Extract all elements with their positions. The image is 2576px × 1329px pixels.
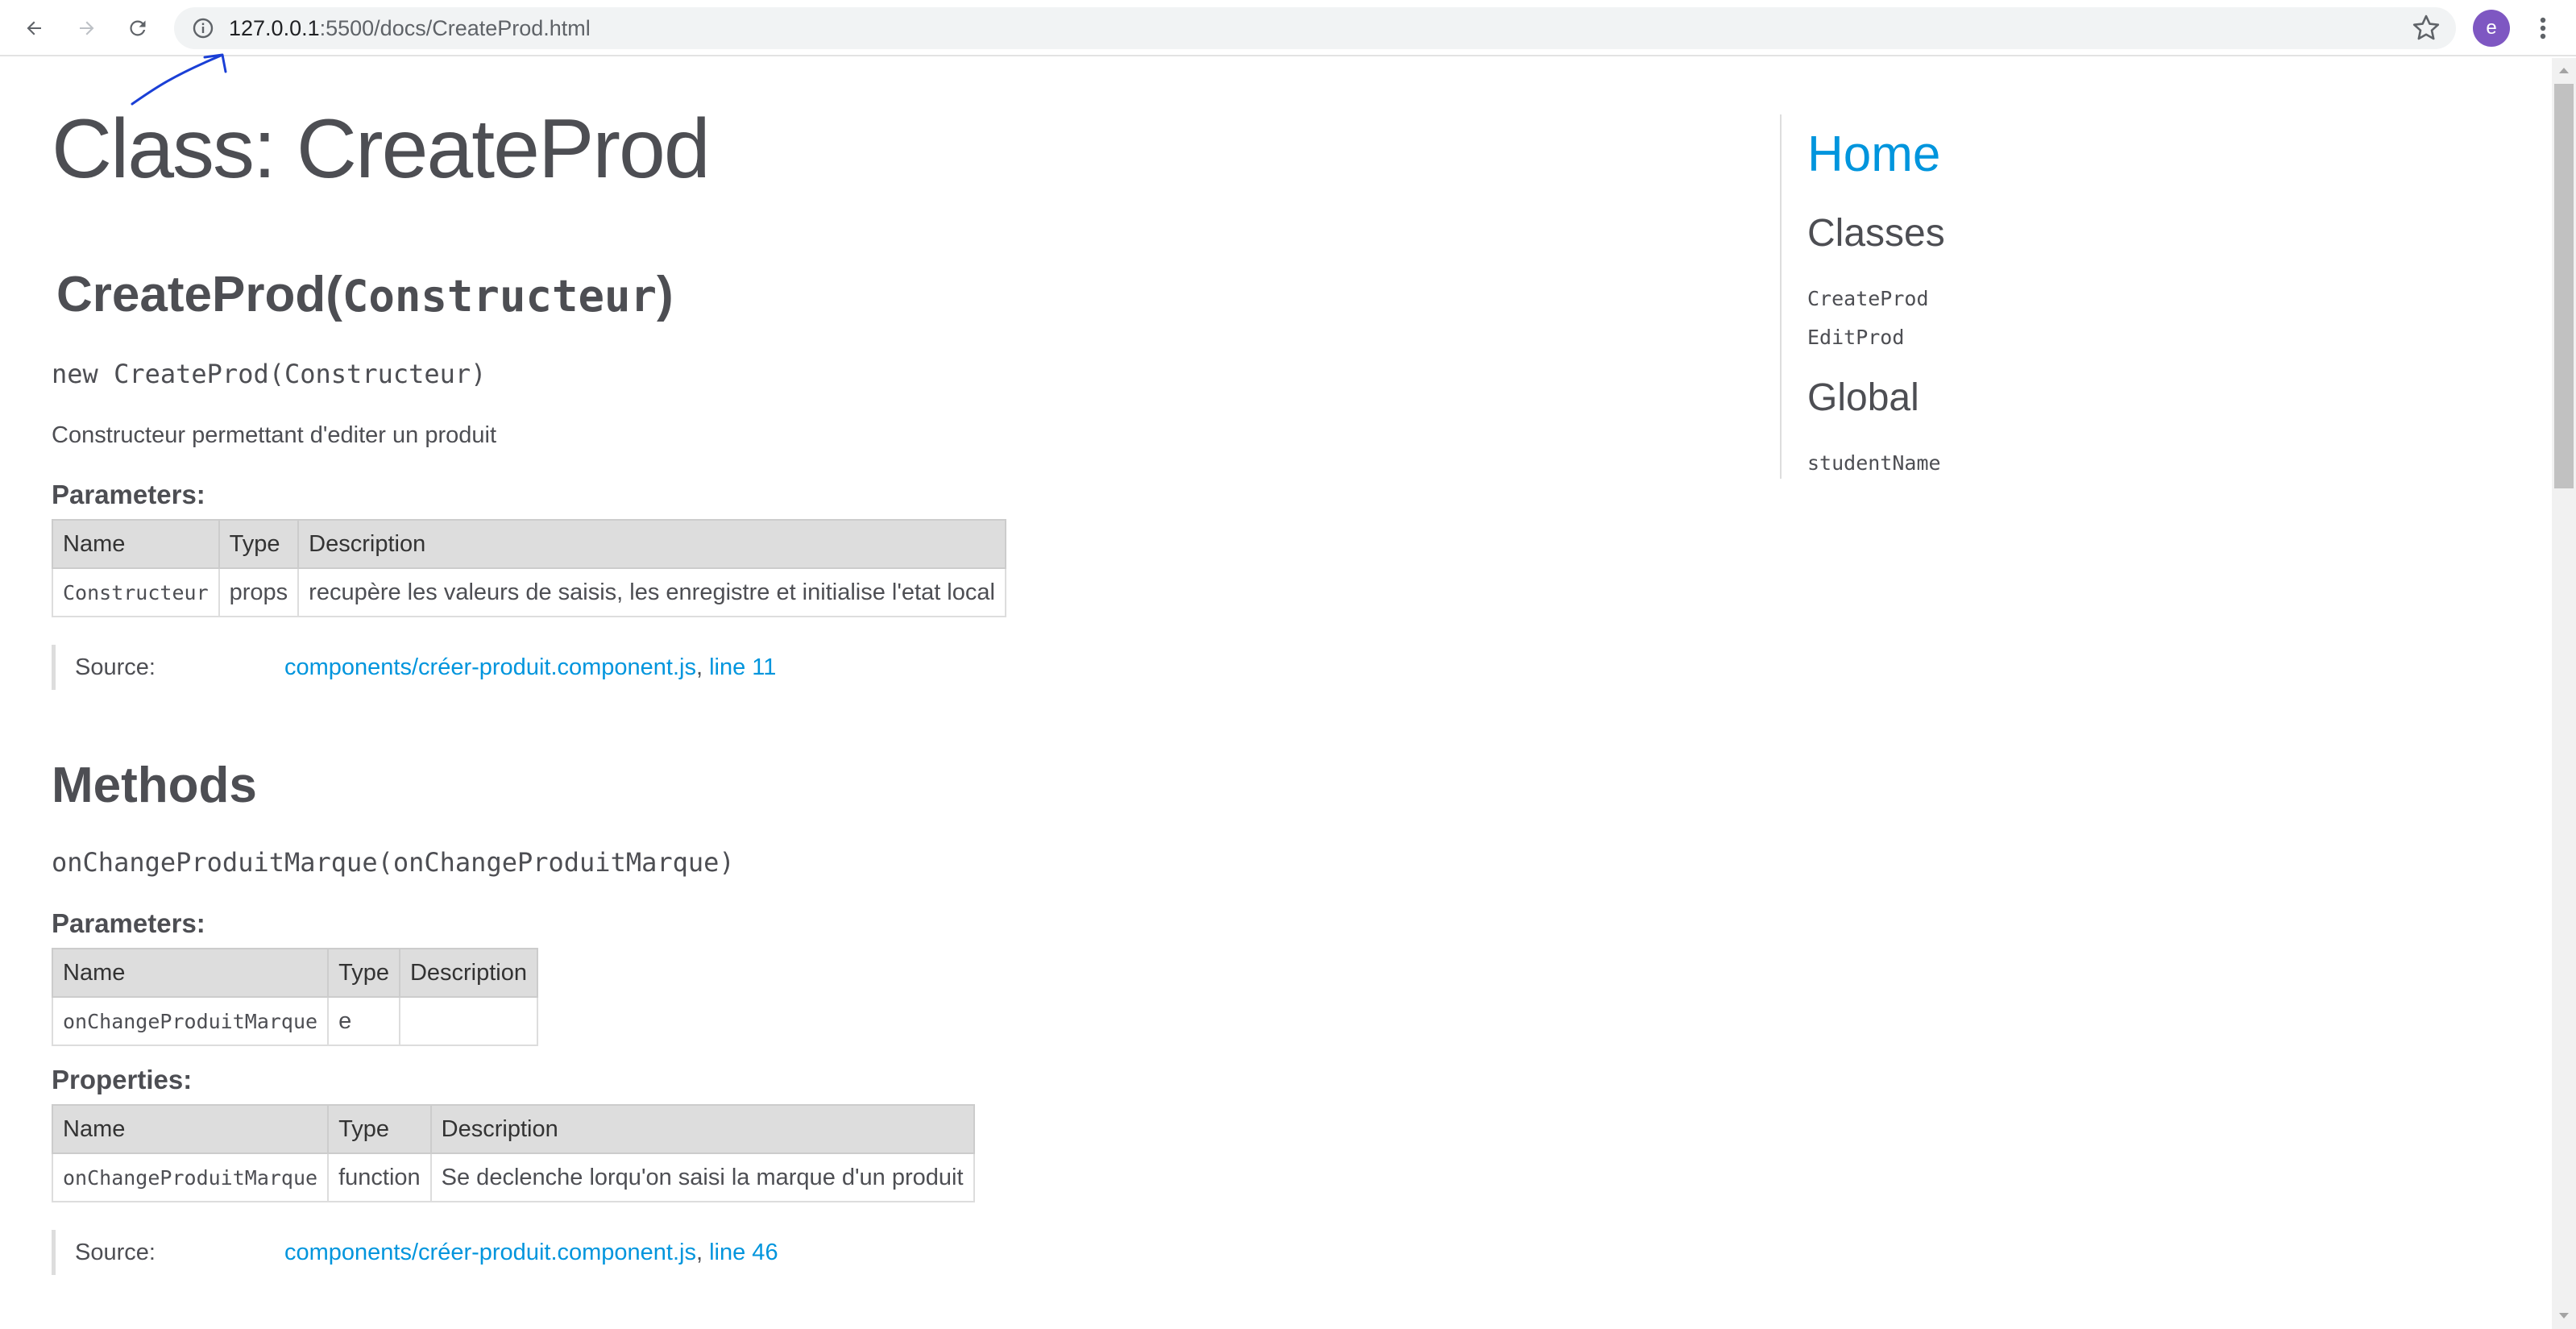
source-line-link[interactable]: line 46 bbox=[709, 1240, 778, 1265]
col-description: Description bbox=[297, 519, 1006, 569]
source-line-link[interactable]: line 11 bbox=[709, 654, 776, 680]
nav-global-heading: Global bbox=[1807, 376, 1919, 419]
source-label: Source: bbox=[75, 1240, 156, 1265]
col-name: Name bbox=[51, 948, 330, 998]
url-host: 127.0.0.1 bbox=[229, 16, 320, 40]
nav-home-link[interactable]: Home bbox=[1807, 123, 1940, 187]
nav-global-studentname[interactable]: studentName bbox=[1807, 450, 1941, 477]
method-parameters-heading: Parameters: bbox=[52, 908, 205, 938]
param-name: onChangeProduitMarque bbox=[51, 996, 330, 1046]
url-text[interactable]: 127.0.0.1:5500/docs/CreateProd.html bbox=[229, 14, 591, 43]
source-separator: , bbox=[695, 654, 703, 680]
nav-class-createprod[interactable]: CreateProd bbox=[1807, 285, 1929, 313]
source-separator: , bbox=[695, 1240, 703, 1265]
browser-toolbar: 127.0.0.1:5500/docs/CreateProd.html e bbox=[0, 0, 2576, 56]
constructor-params-table: Name Type Description Constructeur props… bbox=[52, 519, 1006, 617]
source-label: Source: bbox=[75, 654, 156, 680]
col-description: Description bbox=[429, 1104, 975, 1154]
col-type: Type bbox=[327, 948, 400, 998]
arrow-left-icon bbox=[27, 21, 41, 35]
method-signature: onChangeProduitMarque(onChangeProduitMar… bbox=[52, 847, 735, 878]
parameters-heading: Parameters: bbox=[52, 480, 205, 509]
nav-classes-heading: Classes bbox=[1807, 212, 1945, 255]
address-bar[interactable]: 127.0.0.1:5500/docs/CreateProd.html bbox=[174, 7, 2456, 49]
table-header-row: Name Type Description bbox=[51, 948, 539, 998]
method-source: Source: components/créer-produit.componen… bbox=[52, 1230, 778, 1275]
info-icon[interactable] bbox=[190, 15, 216, 41]
table-row: onChangeProduitMarque function Se declen… bbox=[51, 1152, 975, 1202]
table-header-row: Name Type Description bbox=[51, 1104, 975, 1154]
param-type: props bbox=[218, 567, 300, 617]
url-path: :5500/docs/CreateProd.html bbox=[319, 16, 591, 40]
source-file-link[interactable]: components/créer-produit.component.js bbox=[284, 1240, 696, 1265]
param-type: e bbox=[327, 996, 400, 1046]
profile-avatar[interactable]: e bbox=[2473, 10, 2510, 47]
scroll-down-arrow-icon[interactable] bbox=[2556, 1307, 2572, 1323]
side-navigation: Home Classes CreateProd EditProd Global … bbox=[1780, 114, 2265, 479]
reload-icon bbox=[130, 20, 146, 36]
col-name: Name bbox=[52, 519, 220, 569]
col-type: Type bbox=[218, 519, 300, 569]
arrow-right-icon bbox=[80, 21, 94, 35]
param-description: recupère les valeurs de saisis, les enre… bbox=[297, 567, 1006, 617]
page-title: Class: CreateProd bbox=[52, 102, 711, 196]
scroll-up-arrow-icon[interactable] bbox=[2556, 63, 2572, 79]
table-row: onChangeProduitMarque e bbox=[51, 996, 539, 1046]
back-button[interactable] bbox=[16, 10, 53, 47]
param-name: Constructeur bbox=[52, 567, 220, 617]
col-description: Description bbox=[398, 948, 539, 998]
star-icon[interactable] bbox=[2409, 11, 2443, 45]
param-description bbox=[398, 996, 539, 1046]
table-row: Constructeur props recupère les valeurs … bbox=[52, 567, 1006, 617]
property-name: onChangeProduitMarque bbox=[51, 1152, 330, 1202]
source-file-link[interactable]: components/créer-produit.component.js bbox=[284, 654, 696, 680]
nav-class-editprod[interactable]: EditProd bbox=[1807, 324, 1904, 351]
properties-heading: Properties: bbox=[52, 1065, 193, 1094]
col-type: Type bbox=[327, 1104, 432, 1154]
scrollbar-thumb[interactable] bbox=[2554, 84, 2574, 488]
reload-button[interactable] bbox=[119, 10, 156, 47]
property-description: Se declenche lorqu'on saisi la marque d'… bbox=[429, 1152, 975, 1202]
constructor-description: Constructeur permettant d'editer un prod… bbox=[52, 422, 497, 448]
constructor-source: Source: components/créer-produit.componen… bbox=[52, 645, 776, 690]
constructor-name: CreateProd( bbox=[56, 267, 342, 322]
col-name: Name bbox=[51, 1104, 330, 1154]
constructor-close: ) bbox=[657, 267, 674, 322]
table-header-row: Name Type Description bbox=[52, 519, 1006, 569]
forward-button[interactable] bbox=[68, 10, 105, 47]
method-properties-table: Name Type Description onChangeProduitMar… bbox=[51, 1104, 975, 1202]
method-params-table: Name Type Description onChangeProduitMar… bbox=[51, 948, 539, 1046]
constructor-heading: CreateProd(Constructeur) bbox=[56, 263, 674, 329]
constructor-signature: new CreateProd(Constructeur) bbox=[52, 359, 487, 389]
methods-heading: Methods bbox=[52, 758, 257, 813]
property-type: function bbox=[327, 1152, 432, 1202]
kebab-menu-icon[interactable] bbox=[2527, 10, 2559, 47]
constructor-param: Constructeur bbox=[342, 271, 657, 322]
